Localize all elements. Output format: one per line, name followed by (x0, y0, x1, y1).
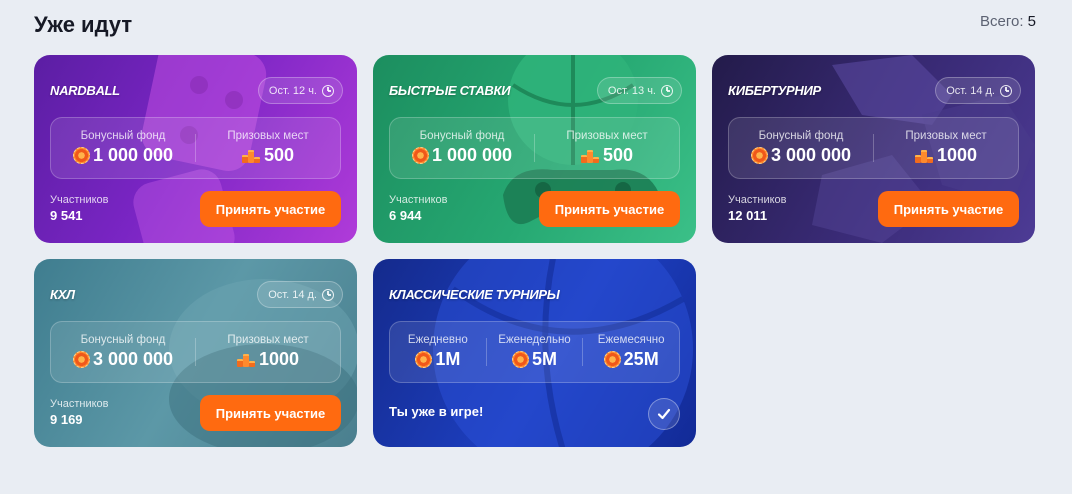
time-left-badge: Ост. 12 ч. (257, 77, 343, 104)
participants: Участников 9 541 (50, 194, 109, 223)
total-count: Всего: 5 (980, 13, 1036, 30)
prize-places-label: Призовых мест (227, 130, 309, 142)
monthly-label: Ежемесячно (597, 334, 665, 346)
total-value: 5 (1027, 13, 1036, 30)
in-game-status: Ты уже в игре! (389, 404, 484, 419)
clock-icon (1000, 84, 1012, 97)
bonus-fund-value: 1 000 000 (431, 145, 513, 165)
clock-icon (661, 84, 673, 97)
clock-icon (322, 288, 334, 301)
joined-check-button[interactable] (648, 398, 680, 430)
weekly-label: Еженедельно (498, 334, 571, 346)
daily-prize: Ежедневно 1M (390, 334, 486, 370)
prize-places-value: 1000 (258, 349, 300, 369)
join-button[interactable]: Принять участие (878, 191, 1019, 227)
chip-icon (603, 351, 621, 368)
chip-icon (411, 147, 429, 164)
chip-icon (72, 147, 90, 164)
podium-icon (236, 353, 256, 367)
time-left-text: Ост. 12 ч. (268, 84, 317, 97)
join-button[interactable]: Принять участие (200, 395, 341, 431)
podium-icon (914, 149, 934, 163)
tournament-card-cyber[interactable]: КИБЕРТУРНИР Ост. 14 д. Бонусный фонд 3 0… (712, 55, 1035, 243)
check-icon (657, 408, 671, 420)
card-title: NARDBALL (50, 83, 120, 98)
participants-label: Участников (389, 194, 448, 206)
weekly-value: 5M (532, 349, 558, 369)
bonus-fund-label: Бонусный фонд (80, 130, 166, 142)
podium-icon (580, 149, 600, 163)
prize-stats: Бонусный фонд 1 000 000 Призовых мест 50… (50, 117, 341, 179)
chip-icon (72, 351, 90, 368)
prize-stats: Бонусный фонд 3 000 000 Призовых мест 10… (50, 321, 341, 383)
section-header: Уже идут Всего: 5 (34, 10, 1036, 40)
total-label: Всего: (979, 13, 1024, 30)
prize-stats: Ежедневно 1M Еженедельно 5M Ежемесячно 2… (389, 321, 680, 383)
monthly-value: 25M (623, 349, 659, 369)
card-title: КЛАССИЧЕСКИЕ ТУРНИРЫ (389, 287, 560, 302)
time-left-text: Ост. 14 д. (268, 288, 317, 301)
bonus-fund: Бонусный фонд 3 000 000 (729, 130, 873, 166)
join-button[interactable]: Принять участие (200, 191, 341, 227)
bonus-fund: Бонусный фонд 1 000 000 (390, 130, 534, 166)
prize-places: Призовых мест 500 (535, 130, 679, 166)
bonus-fund: Бонусный фонд 1 000 000 (51, 130, 195, 166)
bonus-fund-value: 1 000 000 (92, 145, 174, 165)
card-title: КХЛ (50, 287, 75, 302)
bonus-fund-value: 3 000 000 (92, 349, 174, 369)
daily-value: 1M (435, 349, 461, 369)
time-left-text: Ост. 13 ч. (607, 84, 656, 97)
monthly-prize: Ежемесячно 25M (583, 334, 679, 370)
time-left-badge: Ост. 13 ч. (596, 77, 682, 104)
participants: Участников 9 169 (50, 398, 109, 427)
chip-icon (415, 351, 433, 368)
time-left-badge: Ост. 14 д. (257, 281, 343, 308)
prize-places-value: 500 (263, 145, 295, 165)
prize-places-value: 1000 (936, 145, 978, 165)
participants-value: 6 944 (389, 208, 422, 223)
prize-places: Призовых мест 500 (196, 130, 340, 166)
join-button[interactable]: Принять участие (539, 191, 680, 227)
section-title: Уже идут (34, 12, 133, 37)
chip-icon (750, 147, 768, 164)
bonus-fund-value: 3 000 000 (770, 145, 852, 165)
participants-label: Участников (50, 398, 109, 410)
bonus-fund-label: Бонусный фонд (419, 130, 505, 142)
prize-stats: Бонусный фонд 1 000 000 Призовых мест 50… (389, 117, 680, 179)
podium-icon (241, 149, 261, 163)
prize-places: Призовых мест 1000 (874, 130, 1018, 166)
bonus-fund-label: Бонусный фонд (758, 130, 844, 142)
prize-places-label: Призовых мест (905, 130, 987, 142)
participants-value: 9 169 (50, 412, 83, 427)
card-title: КИБЕРТУРНИР (728, 83, 821, 98)
tournament-card-classic[interactable]: КЛАССИЧЕСКИЕ ТУРНИРЫ Ежедневно 1M Еженед… (373, 259, 696, 447)
participants-value: 12 011 (728, 208, 768, 223)
tournament-card-nardball[interactable]: NARDBALL Ост. 12 ч. Бонусный фонд 1 000 … (34, 55, 357, 243)
bonus-fund: Бонусный фонд 3 000 000 (51, 334, 195, 370)
daily-label: Ежедневно (407, 334, 468, 346)
tournament-card-khl[interactable]: КХЛ Ост. 14 д. Бонусный фонд 3 000 000 П… (34, 259, 357, 447)
participants: Участников 6 944 (389, 194, 448, 223)
participants-label: Участников (728, 194, 787, 206)
prize-places: Призовых мест 1000 (196, 334, 340, 370)
prize-stats: Бонусный фонд 3 000 000 Призовых мест 10… (728, 117, 1019, 179)
participants-label: Участников (50, 194, 109, 206)
tournament-card-fast-bets[interactable]: БЫСТРЫЕ СТАВКИ Ост. 13 ч. Бонусный фонд … (373, 55, 696, 243)
chip-icon (512, 351, 529, 368)
card-title: БЫСТРЫЕ СТАВКИ (389, 83, 511, 98)
clock-icon (322, 84, 334, 97)
prize-places-label: Призовых мест (227, 334, 309, 346)
bonus-fund-label: Бонусный фонд (80, 334, 166, 346)
participants: Участников 12 011 (728, 194, 787, 223)
participants-value: 9 541 (50, 208, 83, 223)
prize-places-value: 500 (602, 145, 634, 165)
time-left-text: Ост. 14 д. (946, 84, 995, 97)
prize-places-label: Призовых мест (566, 130, 648, 142)
time-left-badge: Ост. 14 д. (935, 77, 1021, 104)
weekly-prize: Еженедельно 5M (487, 334, 583, 370)
